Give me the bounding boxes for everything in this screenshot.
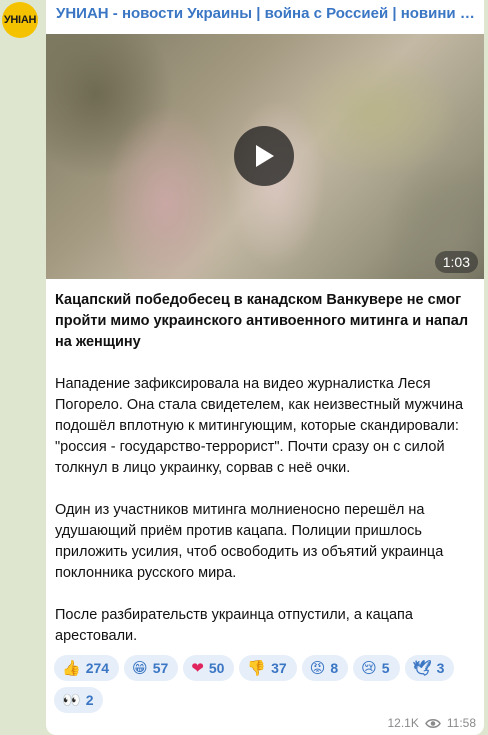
angry-face-icon: 😡 xyxy=(309,658,326,677)
message-footer: 12.1K 11:58 xyxy=(388,716,477,730)
heart-icon: ❤ xyxy=(191,658,204,677)
reaction-grin[interactable]: 😁 57 xyxy=(124,655,179,681)
post-paragraph: Один из участников митинга молниеносно п… xyxy=(55,502,444,581)
view-count: 12.1K xyxy=(387,716,419,730)
message-time: 11:58 xyxy=(446,716,476,730)
reaction-count: 37 xyxy=(271,660,287,676)
reaction-crying[interactable]: 😢 5 xyxy=(353,655,400,681)
message-bubble: УНИАН - новости Украины | война с Россие… xyxy=(46,0,484,735)
crying-face-icon: 😢 xyxy=(361,658,377,677)
reaction-thumbs-down[interactable]: 👎 37 xyxy=(239,655,297,681)
channel-avatar-text: УНIАН xyxy=(3,14,37,26)
grin-icon: 😁 xyxy=(132,658,148,677)
post-paragraph: После разбирательств украинца отпустили,… xyxy=(55,607,413,644)
reaction-angry[interactable]: 😡 8 xyxy=(301,655,349,681)
reaction-count: 3 xyxy=(436,660,445,676)
post-headline: Кацапский победобесец в канадском Ванкув… xyxy=(55,292,469,350)
reaction-dove[interactable]: 🕊 3 xyxy=(404,655,455,681)
reaction-count: 2 xyxy=(85,692,94,708)
reaction-thumbs-up[interactable]: 👍 274 xyxy=(54,655,120,681)
message-text: Кацапский победобесец в канадском Ванкув… xyxy=(55,290,475,668)
dove-icon: 🕊 xyxy=(412,658,432,677)
eye-icon xyxy=(424,718,441,728)
reaction-count: 5 xyxy=(381,660,390,676)
reaction-heart[interactable]: ❤ 50 xyxy=(183,655,235,681)
play-button[interactable] xyxy=(234,126,294,186)
video-duration: 1:03 xyxy=(434,251,478,273)
reactions-bar: 👍 274 😁 57 ❤ 50 👎 37 😡 8 😢 5 🕊 3 👀 2 xyxy=(54,655,474,713)
video-thumbnail[interactable]: 1:03 xyxy=(46,34,484,279)
channel-avatar[interactable]: УНIАН xyxy=(2,2,38,38)
reaction-count: 8 xyxy=(330,660,339,676)
thumbs-down-icon: 👎 xyxy=(247,658,267,677)
play-icon xyxy=(256,145,274,167)
channel-title[interactable]: УНИАН - новости Украины | война с Россие… xyxy=(56,5,476,22)
eyes-icon: 👀 xyxy=(62,690,81,709)
reaction-eyes[interactable]: 👀 2 xyxy=(54,687,104,713)
thumbs-up-icon: 👍 xyxy=(62,658,81,677)
reaction-count: 274 xyxy=(85,660,110,676)
reaction-count: 50 xyxy=(208,660,225,676)
post-paragraph: Нападение зафиксировала на видео журнали… xyxy=(55,376,464,476)
reaction-count: 57 xyxy=(152,660,169,676)
